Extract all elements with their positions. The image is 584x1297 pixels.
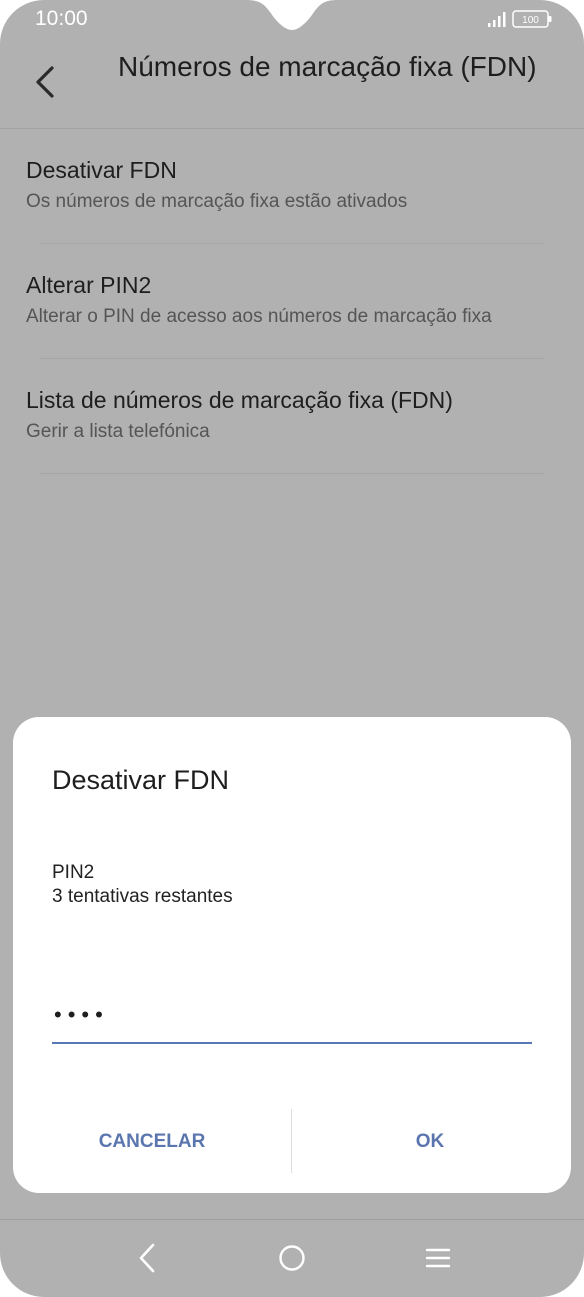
dialog-title: Desativar FDN	[52, 765, 230, 795]
page-title: Números de marcação fixa (FDN)	[118, 51, 537, 82]
setting-item-disable-fdn[interactable]: Desativar FDN Os números de marcação fix…	[0, 129, 584, 244]
pin2-input[interactable]: ••••	[52, 1002, 532, 1044]
navigation-bar	[0, 1219, 584, 1297]
status-time: 10:00	[35, 7, 88, 30]
app-bar: Números de marcação fixa (FDN)	[0, 40, 584, 129]
nav-back-icon[interactable]	[132, 1240, 162, 1276]
list-divider	[40, 473, 544, 474]
setting-subtitle: Gerir a lista telefónica	[26, 421, 210, 442]
setting-item-fdn-list[interactable]: Lista de números de marcação fixa (FDN) …	[0, 359, 584, 474]
pin2-masked-value: ••••	[54, 1002, 109, 1027]
pin2-label: PIN2	[52, 862, 95, 883]
signal-bars-icon	[488, 12, 506, 27]
home-icon[interactable]	[278, 1244, 306, 1272]
cancel-button[interactable]: CANCELAR	[13, 1107, 291, 1177]
setting-title: Alterar PIN2	[26, 272, 152, 298]
camera-notch	[246, 0, 338, 30]
setting-item-change-pin2[interactable]: Alterar PIN2 Alterar o PIN de acesso aos…	[0, 244, 584, 359]
input-underline	[52, 1042, 532, 1044]
battery-icon: 100	[512, 10, 552, 28]
setting-title: Desativar FDN	[26, 157, 177, 183]
settings-list: Desativar FDN Os números de marcação fix…	[0, 129, 584, 474]
back-arrow-icon[interactable]	[30, 62, 60, 102]
setting-title: Lista de números de marcação fixa (FDN)	[26, 387, 453, 413]
status-bar: 10:00 100	[0, 0, 584, 40]
phone-screen: 10:00 100 Números de marcação fixa (FDN)…	[0, 0, 584, 1297]
setting-subtitle: Os números de marcação fixa estão ativad…	[26, 191, 408, 212]
battery-level: 100	[522, 15, 539, 26]
attempts-remaining-text: 3 tentativas restantes	[52, 886, 233, 907]
menu-icon[interactable]	[424, 1246, 452, 1270]
ok-button[interactable]: OK	[291, 1107, 569, 1177]
pin2-dialog: Desativar FDN PIN2 3 tentativas restante…	[13, 717, 571, 1193]
setting-subtitle: Alterar o PIN de acesso aos números de m…	[26, 306, 492, 327]
